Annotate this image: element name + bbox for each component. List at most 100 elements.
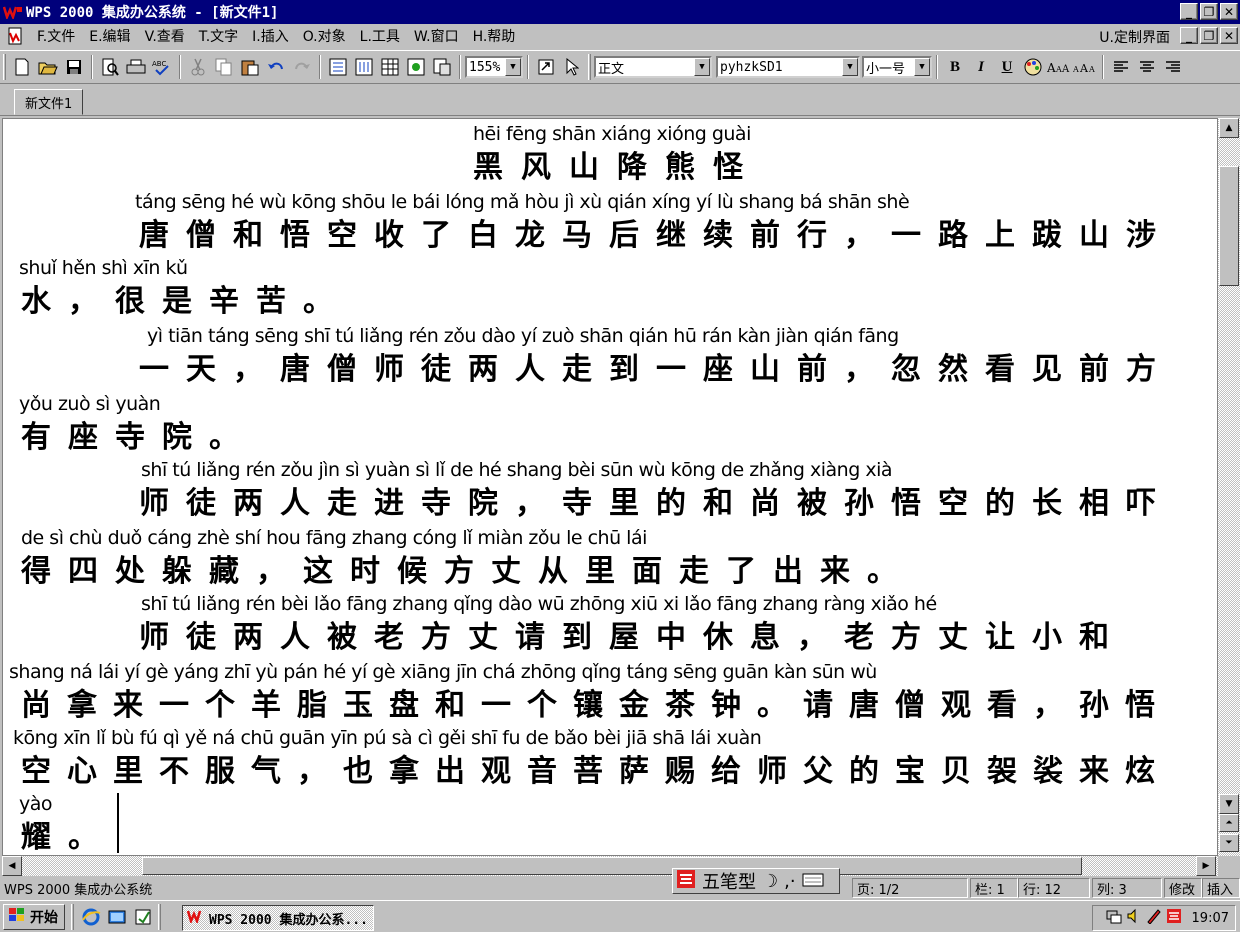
bold-button[interactable]: B <box>943 55 967 79</box>
status-insert-mode[interactable]: 插入 <box>1202 878 1240 898</box>
start-button[interactable]: 开始 <box>3 903 65 930</box>
hanzi-line: 师徒两人走进寺院，寺里的和尚被孙悟空的长相吓 <box>139 486 1173 521</box>
ime-tray-icon[interactable] <box>1166 908 1182 928</box>
taskbar-wps-button[interactable]: WPS 2000 集成办公系... <box>182 905 374 931</box>
text-line: hēi fēng shān xiáng xióng guài 黑风山降熊怪 <box>3 123 1217 189</box>
print-preview-icon[interactable] <box>98 55 122 79</box>
maximize-button[interactable]: ❐ <box>1200 3 1218 20</box>
ime-mode-label[interactable]: 五笔型 <box>702 868 756 894</box>
tab-new-file-1[interactable]: 新文件1 <box>14 89 84 115</box>
menu-tools[interactable]: L.工具 <box>353 26 407 46</box>
clock[interactable]: 19:07 <box>1192 911 1229 926</box>
doc-minimize-button[interactable]: _ <box>1180 27 1198 44</box>
doc-restore-button[interactable]: ❐ <box>1200 27 1218 44</box>
style-select[interactable]: 正文 ▼ <box>594 56 712 78</box>
menu-text[interactable]: T.文字 <box>192 26 245 46</box>
toolbar-grip[interactable] <box>3 54 6 80</box>
font-select[interactable]: pyhzkSD1 ▼ <box>716 56 860 78</box>
scroll-up-button[interactable]: ▲ <box>1219 118 1239 138</box>
chevron-down-icon[interactable]: ▼ <box>914 58 930 76</box>
menu-view[interactable]: V.查看 <box>138 26 192 46</box>
ime-logo-icon[interactable] <box>676 869 696 894</box>
scroll-right-button[interactable]: ▶ <box>1196 856 1216 876</box>
spellcheck-icon[interactable]: ABC <box>150 55 174 79</box>
menu-window[interactable]: W.窗口 <box>407 26 466 46</box>
zoom-select[interactable]: 155% ▼ <box>465 56 523 78</box>
cut-icon[interactable] <box>186 55 210 79</box>
redo-icon[interactable] <box>290 55 314 79</box>
horizontal-scroll-thumb[interactable] <box>142 857 1082 875</box>
grow-font-icon[interactable]: AAA <box>1047 55 1071 79</box>
document-page[interactable]: hēi fēng shān xiáng xióng guài 黑风山降熊怪 tá… <box>2 118 1218 856</box>
page-down-button[interactable]: ⏷ <box>1219 834 1239 852</box>
punctuation-icon[interactable]: ,· <box>784 871 795 892</box>
ime-toolbar[interactable]: 五笔型 ☽ ,· <box>672 868 840 894</box>
show-desktop-icon[interactable] <box>105 905 129 929</box>
size-select[interactable]: 小一号 ▼ <box>862 56 932 78</box>
shrink-font-icon[interactable]: AAA <box>1073 55 1097 79</box>
taskbar-grip[interactable] <box>71 903 74 930</box>
toolbar-grip[interactable] <box>588 54 591 80</box>
menu-object[interactable]: O.对象 <box>296 26 353 46</box>
chevron-down-icon[interactable]: ▼ <box>694 58 710 76</box>
color-palette-icon[interactable] <box>1021 55 1045 79</box>
scroll-down-button[interactable]: ▼ <box>1219 794 1239 814</box>
vertical-scrollbar[interactable]: ▲ ▼ ⏶ ⏷ <box>1218 118 1240 856</box>
scroll-thumb[interactable] <box>1219 166 1239 286</box>
print-icon[interactable] <box>124 55 148 79</box>
paste-icon[interactable] <box>238 55 262 79</box>
vertical-text-icon[interactable] <box>352 55 376 79</box>
zoom-value: 155% <box>469 59 501 75</box>
chevron-down-icon[interactable]: ▼ <box>505 58 521 76</box>
align-center-icon[interactable] <box>1135 55 1159 79</box>
save-icon[interactable] <box>62 55 86 79</box>
pointer-icon[interactable] <box>560 55 584 79</box>
pinyin-line: táng sēng hé wù kōng shōu le bái lóng mǎ… <box>135 191 910 213</box>
soft-keyboard-icon[interactable] <box>802 871 824 892</box>
internet-explorer-icon[interactable] <box>79 905 103 929</box>
page-up-button[interactable]: ⏶ <box>1219 814 1239 832</box>
status-modify-mode[interactable]: 修改 <box>1164 878 1202 898</box>
document-menu-icon[interactable] <box>6 27 24 45</box>
frame-icon[interactable] <box>430 55 454 79</box>
underline-button[interactable]: U <box>995 55 1019 79</box>
menu-help[interactable]: H.帮助 <box>466 26 523 46</box>
pinyin-line: shuǐ hěn shì xīn kǔ <box>19 257 188 279</box>
close-button[interactable]: ✕ <box>1220 3 1238 20</box>
network-tray-icon[interactable] <box>1106 908 1122 928</box>
quick-launch-doc-icon[interactable] <box>131 905 155 929</box>
minimize-button[interactable]: _ <box>1180 3 1198 20</box>
text-line: kōng xīn lǐ bù fú qì yě ná chū guān yīn … <box>3 727 1217 793</box>
image-icon[interactable] <box>404 55 428 79</box>
horizontal-scrollbar[interactable]: ◀ ▶ <box>2 856 1218 876</box>
scroll-left-button[interactable]: ◀ <box>2 856 22 876</box>
align-left-icon[interactable] <box>1109 55 1133 79</box>
text-box-icon[interactable] <box>326 55 350 79</box>
half-width-moon-icon[interactable]: ☽ <box>762 871 778 892</box>
svg-text:A: A <box>1088 65 1095 74</box>
copy-icon[interactable] <box>212 55 236 79</box>
pen-tray-icon[interactable] <box>1146 908 1162 928</box>
font-value: pyhzkSD1 <box>720 59 783 75</box>
toolbar: ABC 155% ▼ 正文 ▼ pyhzkSD1 ▼ 小一号 ▼ B I U AAA A… <box>0 50 1240 84</box>
menu-customize[interactable]: U.定制界面 <box>1099 27 1170 47</box>
chevron-down-icon[interactable]: ▼ <box>842 58 858 76</box>
navigator-icon[interactable] <box>534 55 558 79</box>
menu-insert[interactable]: I.插入 <box>245 26 296 46</box>
doc-close-button[interactable]: ✕ <box>1220 27 1238 44</box>
volume-tray-icon[interactable] <box>1126 908 1142 928</box>
toolbar-separator <box>1102 55 1104 79</box>
menu-file[interactable]: F.文件 <box>30 26 82 46</box>
style-value: 正文 <box>598 61 625 77</box>
new-file-icon[interactable] <box>10 55 34 79</box>
taskbar-grip[interactable] <box>158 903 161 930</box>
align-right-icon[interactable] <box>1161 55 1185 79</box>
table-icon[interactable] <box>378 55 402 79</box>
open-folder-icon[interactable] <box>36 55 60 79</box>
wps-task-icon <box>186 909 205 927</box>
italic-button[interactable]: I <box>969 55 993 79</box>
menu-edit[interactable]: E.编辑 <box>82 26 137 46</box>
undo-icon[interactable] <box>264 55 288 79</box>
hanzi-line: 有座寺院。 <box>21 420 256 455</box>
taskbar: 开始 WPS 2000 集成办公系... 19:07 <box>0 900 1240 932</box>
